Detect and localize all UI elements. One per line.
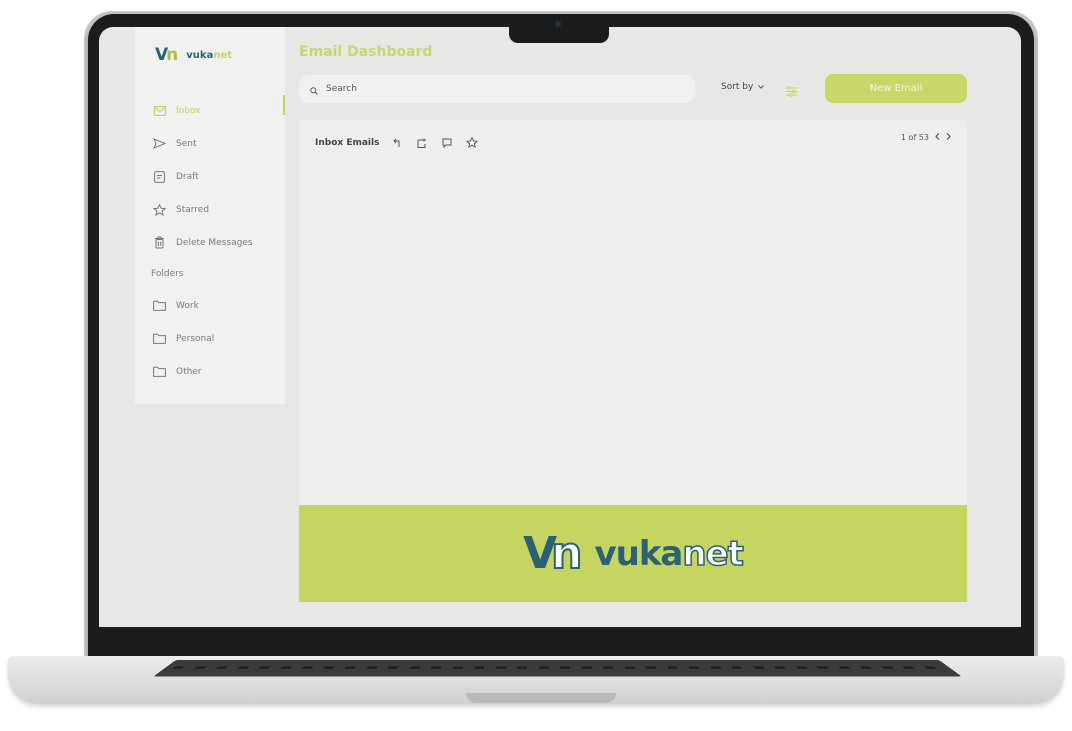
- reply-icon[interactable]: [393, 133, 403, 152]
- keyboard-key: [387, 666, 399, 669]
- search-input[interactable]: Search: [299, 75, 695, 103]
- keyboard-key: [236, 666, 250, 669]
- sidebar: Vn vukanet Inbox Sent Draft Starred Dele…: [135, 27, 285, 404]
- active-nav-indicator: [283, 95, 285, 115]
- keyboard-key: [215, 666, 228, 669]
- forward-icon[interactable]: [417, 133, 428, 152]
- camera-notch: [509, 16, 609, 43]
- chevron-left-icon[interactable]: [935, 133, 940, 142]
- star-icon[interactable]: [466, 133, 479, 152]
- keyboard-key: [409, 666, 421, 669]
- sidebar-nav: Inbox Sent Draft Starred Delete Messages…: [151, 94, 281, 388]
- search-placeholder: Search: [326, 84, 357, 94]
- keyboard-key: [581, 666, 592, 669]
- pager-text: 1 of 53: [900, 133, 929, 142]
- keyboard-key: [923, 666, 937, 669]
- filter-sliders-icon[interactable]: [786, 82, 798, 101]
- keyboard-key: [322, 666, 335, 669]
- sidebar-item-inbox[interactable]: Inbox: [153, 94, 281, 127]
- brand-logo[interactable]: Vn vukanet: [155, 45, 232, 65]
- keyboard-key: [365, 666, 378, 669]
- keyboard-key: [902, 666, 916, 669]
- sidebar-item-label: Draft: [176, 171, 199, 182]
- chevron-down-icon: [758, 82, 765, 92]
- keyboard-key: [430, 666, 442, 669]
- keyboard-key: [837, 666, 851, 669]
- draft-icon: [153, 170, 166, 183]
- folder-item-work[interactable]: Work: [153, 289, 281, 322]
- keyboard-key: [344, 666, 357, 669]
- star-icon: [153, 203, 166, 216]
- folder-item-personal[interactable]: Personal: [153, 322, 281, 355]
- comment-icon[interactable]: [442, 133, 452, 152]
- keyboard-key: [279, 666, 293, 669]
- keyboard-key: [816, 666, 829, 669]
- keyboard-key: [258, 666, 271, 669]
- keyboard-key: [666, 666, 678, 669]
- keyboard-key: [538, 666, 549, 669]
- keyboard-key: [559, 666, 571, 669]
- keyboard-key: [301, 666, 314, 669]
- keyboard-key: [452, 666, 464, 669]
- pagination: 1 of 53: [901, 133, 951, 142]
- keyboard-key: [602, 666, 614, 669]
- folder-icon: [153, 299, 166, 312]
- keyboard-key: [688, 666, 700, 669]
- keyboard-key: [645, 666, 657, 669]
- sidebar-item-delete-messages[interactable]: Delete Messages: [153, 226, 281, 259]
- folder-item-label: Personal: [176, 333, 215, 344]
- keyboard-key: [495, 666, 506, 669]
- brand-banner: Vn vukanet: [299, 505, 967, 602]
- keyboard-key: [880, 666, 894, 669]
- keyboard: [153, 660, 962, 677]
- brand-mark-icon: Vn: [523, 527, 583, 580]
- sidebar-item-label: Delete Messages: [176, 237, 253, 248]
- keyboard-key: [171, 666, 186, 669]
- folder-icon: [153, 365, 166, 378]
- sort-dropdown[interactable]: Sort by: [721, 82, 765, 92]
- keyboard-key: [752, 666, 765, 669]
- sidebar-item-label: Sent: [176, 138, 197, 149]
- keyboard-key: [859, 666, 872, 669]
- screen-bottom-bezel: [99, 627, 1021, 657]
- camera-lens: [555, 21, 561, 27]
- panel-toolbar: Inbox Emails: [315, 133, 479, 152]
- sidebar-item-draft[interactable]: Draft: [153, 160, 281, 193]
- keyboard-key: [731, 666, 743, 669]
- folder-item-label: Other: [176, 366, 202, 377]
- mail-icon: [153, 104, 166, 117]
- trash-icon: [153, 236, 166, 249]
- new-email-button[interactable]: New Email: [825, 74, 967, 103]
- folder-item-other[interactable]: Other: [153, 355, 281, 388]
- folder-icon: [153, 332, 166, 345]
- keyboard-key: [773, 666, 786, 669]
- page-title: Email Dashboard: [299, 44, 433, 60]
- sidebar-item-sent[interactable]: Sent: [153, 127, 281, 160]
- keyboard-key: [624, 666, 635, 669]
- lid-opening-notch: [466, 693, 616, 703]
- keyboard-key: [193, 666, 207, 669]
- keyboard-key: [473, 666, 485, 669]
- panel-title: Inbox Emails: [315, 137, 380, 148]
- sort-label: Sort by: [721, 82, 754, 92]
- brand-wordmark: vukanet: [186, 49, 233, 61]
- send-icon: [153, 137, 166, 150]
- keyboard-key: [709, 666, 721, 669]
- keyboard-key: [795, 666, 808, 669]
- chevron-right-icon[interactable]: [946, 133, 951, 142]
- laptop-screen: Vn vukanet Inbox Sent Draft Starred Dele…: [99, 27, 1021, 627]
- search-icon: [310, 80, 318, 99]
- keyboard-key: [516, 666, 528, 669]
- sidebar-item-label: Inbox: [176, 105, 201, 116]
- folder-item-label: Work: [176, 300, 199, 311]
- sidebar-item-label: Starred: [176, 204, 210, 215]
- folders-heading: Folders: [151, 269, 184, 279]
- brand-mark-icon: Vn: [155, 45, 178, 65]
- sidebar-item-starred[interactable]: Starred: [153, 193, 281, 226]
- banner-wordmark: vukanet: [594, 533, 744, 575]
